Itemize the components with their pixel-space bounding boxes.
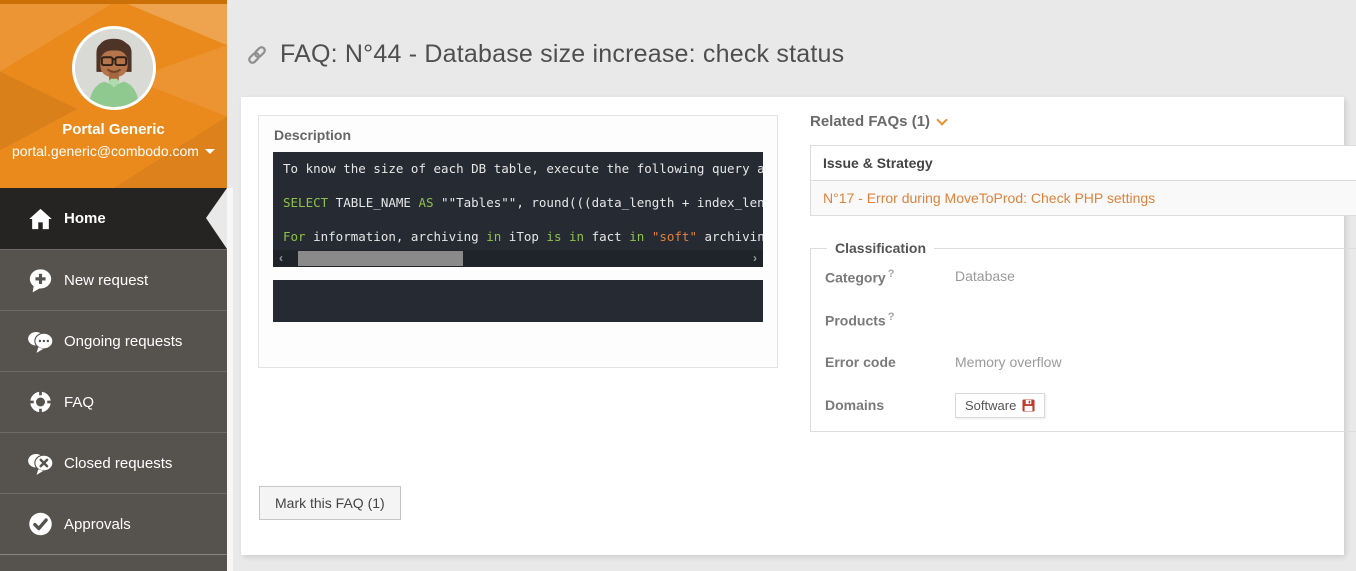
user-email: portal.generic@combodo.com — [12, 143, 199, 159]
link-icon[interactable] — [246, 44, 268, 66]
sidebar-item-faq[interactable]: FAQ — [0, 371, 227, 432]
field-label: Products — [825, 313, 886, 329]
classification-legend: Classification — [827, 240, 934, 256]
sidebar-item-label: FAQ — [64, 394, 94, 411]
description-code-wrap: To know the size of each DB table, execu… — [273, 152, 763, 267]
field-label: Error code — [825, 354, 896, 370]
field-domains: Domains Software — [825, 397, 1356, 418]
avatar-illustration — [75, 29, 153, 107]
code-block-empty — [273, 280, 763, 322]
sidebar-item-ongoing-requests[interactable]: Ongoing requests — [0, 310, 227, 371]
floppy-disk-icon — [1022, 399, 1035, 412]
sidebar-item-cutoff — [0, 554, 227, 568]
approvals-check-circle-icon — [27, 511, 54, 538]
domain-tag-software[interactable]: Software — [955, 393, 1045, 418]
related-faqs-toggle[interactable]: Related FAQs (1) — [810, 113, 946, 130]
scrollbar-track[interactable] — [289, 250, 747, 267]
scroll-left-arrow[interactable]: ‹ — [273, 250, 289, 267]
sidebar-item-label: New request — [64, 272, 148, 289]
mark-faq-button[interactable]: Mark this FAQ (1) — [259, 486, 401, 520]
sidebar-item-label: Home — [64, 210, 106, 227]
ongoing-requests-bubbles-icon — [27, 328, 54, 355]
active-item-notch — [206, 188, 227, 249]
related-faqs-table: Issue & Strategy N°17 - Error during Mov… — [810, 145, 1356, 216]
sidebar-user-header: Portal Generic portal.generic@combodo.co… — [0, 0, 227, 188]
scroll-right-arrow[interactable]: › — [747, 250, 763, 267]
table-header-label: Issue & Strategy — [823, 155, 933, 171]
help-marker[interactable]: ? — [888, 311, 895, 323]
field-value: Memory overflow — [955, 354, 1062, 372]
home-icon — [27, 205, 54, 232]
sidebar-item-label: Approvals — [64, 516, 131, 533]
sidebar: Portal Generic portal.generic@combodo.co… — [0, 0, 227, 571]
user-menu-toggle[interactable]: portal.generic@combodo.com — [12, 143, 215, 159]
code-block[interactable]: To know the size of each DB table, execu… — [273, 152, 763, 250]
sidebar-top-strip — [0, 0, 227, 4]
user-name: Portal Generic — [62, 121, 165, 138]
field-label: Domains — [825, 397, 884, 413]
new-request-bubble-plus-icon — [27, 267, 54, 294]
related-faq-link[interactable]: N°17 - Error during MoveToProd: Check PH… — [811, 181, 1356, 215]
faq-lifebuoy-icon — [27, 389, 54, 416]
description-label: Description — [259, 116, 777, 152]
sidebar-item-label: Closed requests — [64, 455, 172, 472]
domain-tag-label: Software — [965, 398, 1016, 413]
user-avatar — [72, 26, 156, 110]
description-panel: Description To know the size of each DB … — [258, 115, 778, 368]
page-title: FAQ: N°44 - Database size increase: chec… — [280, 40, 844, 69]
field-error-code: Error code Memory overflow — [825, 354, 1356, 372]
page-title-row: FAQ: N°44 - Database size increase: chec… — [246, 40, 844, 69]
closed-requests-bubbles-x-icon — [27, 450, 54, 477]
sidebar-item-approvals[interactable]: Approvals — [0, 493, 227, 554]
sidebar-item-new-request[interactable]: New request — [0, 249, 227, 310]
field-category: Category? Database — [825, 268, 1356, 286]
scrollbar-thumb[interactable] — [298, 251, 463, 266]
related-faqs-label: Related FAQs (1) — [810, 113, 930, 130]
sidebar-item-home[interactable]: Home — [0, 188, 227, 249]
help-marker[interactable]: ? — [888, 268, 895, 280]
caret-down-icon — [205, 149, 215, 154]
field-value: Database — [955, 268, 1015, 286]
code-horizontal-scrollbar[interactable]: ‹ › — [273, 250, 763, 267]
table-header-issue-strategy[interactable]: Issue & Strategy — [811, 146, 1356, 181]
classification-fieldset: Classification Category? Database Produc… — [810, 240, 1356, 432]
field-products: Products? — [825, 311, 1356, 329]
sidebar-scrollbar-track[interactable] — [227, 188, 233, 571]
sidebar-menu: Home New request Ongoing requests — [0, 188, 227, 568]
chevron-down-icon — [936, 114, 947, 125]
faq-content-panel: Description To know the size of each DB … — [241, 97, 1344, 555]
sidebar-item-closed-requests[interactable]: Closed requests — [0, 432, 227, 493]
field-label: Category — [825, 270, 886, 286]
sidebar-item-label: Ongoing requests — [64, 333, 182, 350]
